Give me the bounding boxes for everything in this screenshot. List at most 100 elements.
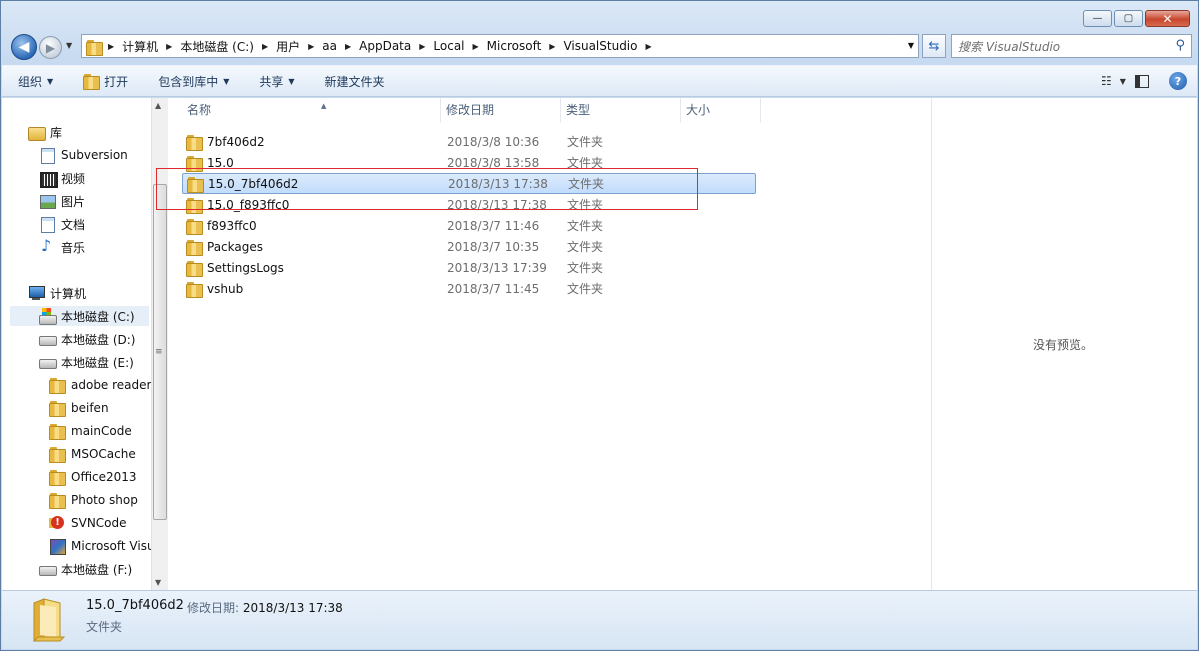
- table-row[interactable]: 7bf406d2 2018/3/8 10:36 文件夹: [182, 131, 756, 152]
- organize-button[interactable]: 组织 ▼: [18, 73, 53, 90]
- sidebar-item-subversion[interactable]: Subversion: [39, 145, 128, 165]
- folder-icon: [186, 134, 203, 151]
- modified-value: 2018/3/13 17:38: [242, 601, 343, 615]
- table-row[interactable]: SettingsLogs 2018/3/13 17:39 文件夹: [182, 257, 756, 278]
- folder-icon: [49, 400, 66, 417]
- minimize-button[interactable]: —: [1083, 10, 1112, 27]
- column-label: 修改日期: [446, 103, 495, 117]
- help-button[interactable]: ?: [1169, 72, 1187, 90]
- details-pane: 15.0_7bf406d2 修改日期: 2018/3/13 17:38 文件夹: [2, 590, 1197, 649]
- sidebar-item-svncode[interactable]: SVNCode: [49, 513, 127, 533]
- back-button[interactable]: ◀: [11, 34, 37, 60]
- sidebar-item-drive-f[interactable]: 本地磁盘 (F:): [39, 559, 132, 579]
- file-type: 文件夹: [567, 282, 604, 296]
- address-dropdown-icon[interactable]: ▼: [908, 41, 914, 50]
- file-name: f893ffc0: [207, 218, 257, 233]
- open-button[interactable]: 打开: [83, 73, 128, 90]
- breadcrumb-chevron-icon[interactable]: ▶: [108, 42, 114, 51]
- file-name: 7bf406d2: [207, 134, 265, 149]
- breadcrumb-item[interactable]: 用户: [276, 38, 300, 55]
- search-icon[interactable]: ⚲: [1175, 38, 1185, 53]
- column-size[interactable]: 大小: [681, 98, 761, 123]
- sidebar-item-pictures[interactable]: 图片: [39, 191, 85, 211]
- sidebar-item-adobe-reader[interactable]: adobe reader: [49, 375, 151, 395]
- library-icon: [28, 124, 46, 141]
- table-row[interactable]: Packages 2018/3/7 10:35 文件夹: [182, 236, 756, 257]
- sidebar-item-office2013[interactable]: Office2013: [49, 467, 137, 487]
- sidebar-item-videos[interactable]: 视频: [39, 168, 85, 188]
- scroll-down-icon[interactable]: ▼: [155, 578, 161, 587]
- open-folder-icon: [83, 73, 101, 90]
- file-name: Packages: [207, 239, 263, 254]
- breadcrumb-chevron-icon[interactable]: ▶: [345, 42, 351, 51]
- file-date: 2018/3/7 11:45: [447, 281, 540, 296]
- sidebar-item-drive-d[interactable]: 本地磁盘 (D:): [39, 329, 135, 349]
- sidebar-item-drive-c[interactable]: 本地磁盘 (C:): [10, 306, 149, 326]
- column-name[interactable]: 名称 ▲: [182, 98, 441, 123]
- chevron-down-icon: ▼: [47, 76, 54, 86]
- sidebar-item-msocache[interactable]: MSOCache: [49, 444, 136, 464]
- breadcrumb-item[interactable]: VisualStudio: [563, 39, 637, 53]
- breadcrumb-chevron-icon[interactable]: ▶: [262, 42, 268, 51]
- column-label: 名称: [187, 103, 212, 117]
- column-label: 类型: [566, 103, 591, 117]
- breadcrumb-chevron-icon[interactable]: ▶: [419, 42, 425, 51]
- recent-pages-chevron-icon[interactable]: ▼: [66, 41, 72, 50]
- sidebar-item-label: adobe reader: [71, 378, 151, 392]
- maximize-button[interactable]: ▢: [1114, 10, 1143, 27]
- column-date[interactable]: 修改日期: [441, 98, 561, 123]
- breadcrumb-chevron-icon[interactable]: ▶: [645, 42, 651, 51]
- window-controls: — ▢ ✕: [1083, 10, 1190, 27]
- sidebar-item-beifen[interactable]: beifen: [49, 398, 109, 418]
- preview-pane-icon: [1135, 74, 1149, 88]
- share-button[interactable]: 共享 ▼: [259, 73, 294, 90]
- breadcrumb-item[interactable]: Local: [433, 39, 464, 53]
- file-date: 2018/3/7 11:46: [447, 218, 540, 233]
- sidebar-item-label: 计算机: [50, 286, 87, 301]
- breadcrumb-item[interactable]: aa: [322, 39, 337, 53]
- breadcrumb-item[interactable]: Microsoft: [487, 39, 542, 53]
- svn-folder-icon: [49, 515, 65, 531]
- breadcrumb-chevron-icon[interactable]: ▶: [308, 42, 314, 51]
- modified-label: 修改日期:: [187, 601, 240, 615]
- refresh-button[interactable]: ⇆: [922, 34, 946, 58]
- address-bar[interactable]: ▶ 计算机 ▶ 本地磁盘 (C:) ▶ 用户 ▶ aa ▶ AppData ▶ …: [81, 34, 919, 58]
- view-options-button[interactable]: ☷ ▼: [1101, 73, 1126, 89]
- chevron-down-icon: ▼: [223, 76, 230, 86]
- sidebar-item-microsoft-visual[interactable]: Microsoft Visu: [49, 536, 151, 556]
- new-folder-button[interactable]: 新建文件夹: [325, 73, 385, 90]
- file-type: 文件夹: [567, 219, 604, 233]
- table-row[interactable]: vshub 2018/3/7 11:45 文件夹: [182, 278, 756, 299]
- search-placeholder: 搜索 VisualStudio: [958, 39, 1061, 54]
- breadcrumb-item[interactable]: AppData: [359, 39, 411, 53]
- breadcrumb-chevron-icon[interactable]: ▶: [166, 42, 172, 51]
- preview-pane-button[interactable]: [1135, 73, 1153, 89]
- scroll-up-icon[interactable]: ▲: [155, 101, 161, 110]
- scroll-grip-icon: ≡: [155, 347, 163, 357]
- sidebar-item-drive-e[interactable]: 本地磁盘 (E:): [39, 352, 134, 372]
- sidebar-item-maincode[interactable]: mainCode: [49, 421, 132, 441]
- folder-icon: [49, 446, 66, 463]
- breadcrumb-item[interactable]: 计算机: [122, 38, 158, 55]
- sidebar-item-music[interactable]: 音乐: [39, 236, 85, 257]
- file-name: SettingsLogs: [207, 260, 284, 275]
- breadcrumb-chevron-icon[interactable]: ▶: [549, 42, 555, 51]
- close-button[interactable]: ✕: [1145, 10, 1190, 27]
- breadcrumb-item[interactable]: 本地磁盘 (C:): [180, 38, 254, 55]
- chevron-down-icon: ▼: [1119, 76, 1126, 86]
- forward-button[interactable]: ▶: [39, 36, 62, 59]
- sidebar-item-photo-shop[interactable]: Photo shop: [49, 490, 138, 510]
- search-input[interactable]: 搜索 VisualStudio ⚲: [951, 34, 1192, 58]
- sidebar-item-label: 本地磁盘 (D:): [61, 332, 136, 347]
- include-in-library-button[interactable]: 包含到库中 ▼: [158, 73, 229, 90]
- sidebar-item-label: MSOCache: [71, 447, 136, 461]
- sidebar-item-documents[interactable]: 文档: [39, 214, 85, 234]
- breadcrumb-chevron-icon[interactable]: ▶: [473, 42, 479, 51]
- table-row[interactable]: f893ffc0 2018/3/7 11:46 文件夹: [182, 215, 756, 236]
- sidebar-item-libraries[interactable]: 库: [28, 122, 62, 142]
- column-type[interactable]: 类型: [561, 98, 681, 123]
- sidebar-item-label: mainCode: [71, 424, 132, 438]
- sidebar-item-computer[interactable]: 计算机: [28, 283, 86, 303]
- sidebar-item-label: 库: [50, 125, 63, 140]
- navigation-pane: 库 Subversion 视频 图片 文档 音乐: [2, 98, 151, 590]
